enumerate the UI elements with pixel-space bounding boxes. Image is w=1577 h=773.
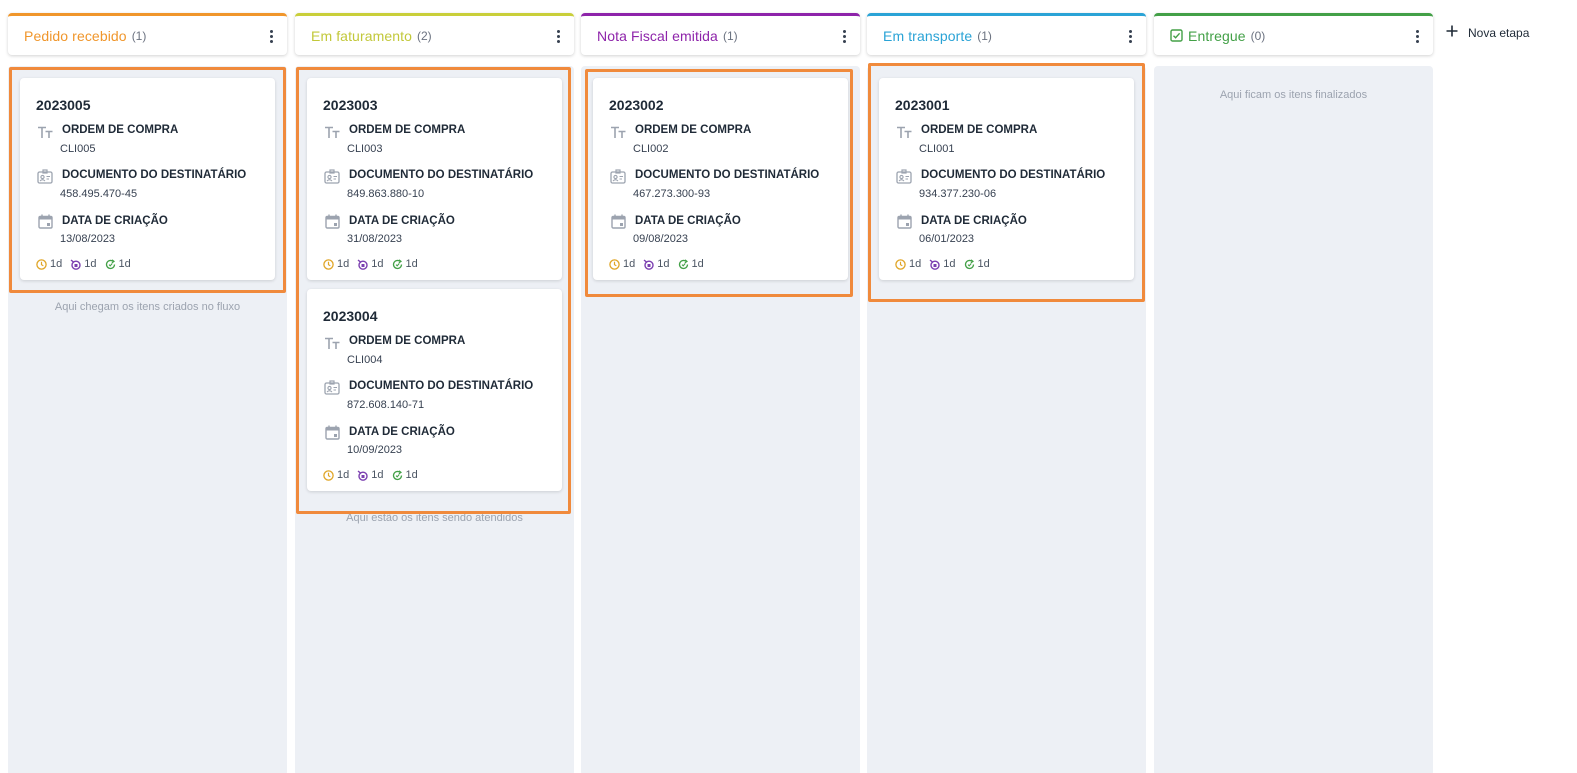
kanban-board: Pedido recebido (1) 2023005 ORDEM DE COM… — [0, 0, 1577, 773]
column-header[interactable]: Nota Fiscal emitida (1) — [581, 13, 860, 55]
more-vertical-icon[interactable] — [1122, 27, 1138, 45]
more-vertical-icon[interactable] — [1409, 27, 1425, 45]
add-stage-label: Nova etapa — [1468, 26, 1530, 40]
more-vertical-icon[interactable] — [550, 27, 566, 45]
more-vertical-icon[interactable] — [263, 27, 279, 45]
column-count: (1) — [722, 28, 738, 43]
column-title: Em faturamento — [311, 27, 412, 44]
column-title: Entregue — [1188, 27, 1246, 44]
highlight-frame — [585, 69, 853, 297]
highlight-frame — [9, 67, 286, 293]
column-entregue: Entregue (0) Aqui ficam os itens finaliz… — [1154, 13, 1433, 773]
lane-hint: Aqui chegam os itens criados no fluxo — [54, 301, 241, 313]
column-header[interactable]: Pedido recebido (1) — [8, 13, 287, 55]
column-header[interactable]: Entregue (0) — [1154, 13, 1433, 55]
add-stage-button[interactable]: Nova etapa — [1446, 25, 1529, 41]
plus-icon — [1446, 24, 1458, 42]
checkbox-icon — [1170, 29, 1183, 42]
column-count: (0) — [1250, 28, 1266, 43]
column-title: Em transporte — [883, 27, 973, 44]
column-lane: Aqui ficam os itens finalizados — [1154, 66, 1433, 773]
more-vertical-icon[interactable] — [836, 27, 852, 45]
column-header[interactable]: Em transporte (1) — [867, 13, 1146, 55]
column-count: (2) — [417, 28, 432, 43]
column-count: (1) — [977, 28, 992, 43]
column-count: (1) — [131, 28, 147, 43]
lane-hint: Aqui ficam os itens finalizados — [1219, 89, 1368, 101]
highlight-frame — [868, 63, 1145, 302]
column-title: Nota Fiscal emitida — [597, 27, 718, 44]
column-header[interactable]: Em faturamento (2) — [295, 13, 574, 55]
column-title: Pedido recebido — [24, 27, 127, 44]
highlight-frame — [296, 67, 571, 514]
